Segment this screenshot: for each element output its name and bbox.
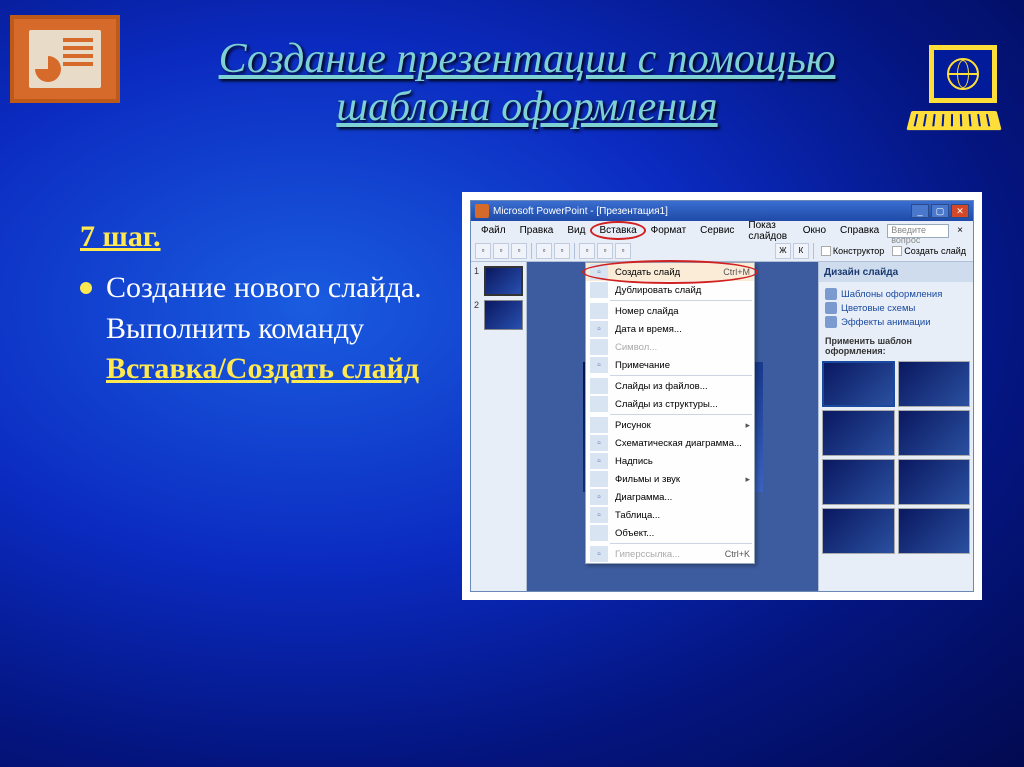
slide-thumbnails-pane: 1 2 (471, 262, 527, 591)
menuitem-comment[interactable]: Примечание (586, 356, 754, 374)
powerpoint-logo-icon (10, 15, 120, 103)
tb-print-icon[interactable]: ▫ (536, 243, 552, 259)
taskpane-header: Дизайн слайда (819, 262, 973, 282)
menuitem-picture[interactable]: Рисунок (586, 416, 754, 434)
thumb-number-1: 1 (474, 266, 482, 296)
link-design-templates[interactable]: Шаблоны оформления (825, 288, 967, 300)
menuitem-symbol: Символ... (586, 338, 754, 356)
computer-clipart-icon (909, 45, 1004, 145)
body-text: Создание нового слайда. Выполнить команд… (106, 268, 480, 390)
menu-file[interactable]: Файл (475, 223, 512, 238)
bullet-icon (80, 282, 92, 294)
template-thumbnail[interactable] (898, 361, 971, 407)
template-grid (819, 358, 973, 591)
menu-tools[interactable]: Сервис (694, 223, 740, 238)
tb-bold-icon[interactable]: Ж (775, 243, 791, 259)
tb-save-icon[interactable]: ▫ (511, 243, 527, 259)
window-title: Microsoft PowerPoint - [Презентация1] (493, 206, 907, 217)
slide-title: Создание презентации с помощью шаблона о… (140, 35, 914, 132)
tb-newslide-button[interactable]: Создать слайд (889, 246, 969, 256)
template-thumbnail[interactable] (822, 459, 895, 505)
help-search-input[interactable]: Введите вопрос (887, 224, 949, 238)
menuitem-chart[interactable]: Диаграмма... (586, 488, 754, 506)
menuitem-object[interactable]: Объект... (586, 524, 754, 542)
template-thumbnail[interactable] (822, 410, 895, 456)
tb-open-icon[interactable]: ▫ (493, 243, 509, 259)
close-button[interactable]: ✕ (951, 204, 969, 218)
slide-thumbnail-2[interactable] (484, 300, 523, 330)
tb-preview-icon[interactable]: ▫ (554, 243, 570, 259)
menu-slideshow[interactable]: Показ слайдов (742, 218, 794, 244)
menuitem-textbox[interactable]: Надпись (586, 452, 754, 470)
menuitem-movies-sound[interactable]: Фильмы и звук (586, 470, 754, 488)
tb-italic-icon[interactable]: К (793, 243, 809, 259)
template-thumbnail[interactable] (898, 410, 971, 456)
menu-help[interactable]: Справка (834, 223, 885, 238)
template-thumbnail[interactable] (822, 508, 895, 554)
body-command: Вставка/Создать слайд (106, 352, 419, 385)
minimize-button[interactable]: _ (911, 204, 929, 218)
app-icon (475, 204, 489, 218)
menu-insert[interactable]: Вставка (593, 223, 642, 238)
insert-menu-dropdown: Создать слайдCtrl+M Дублировать слайд Но… (585, 262, 755, 564)
link-animation-schemes[interactable]: Эффекты анимации (825, 316, 967, 328)
menu-view[interactable]: Вид (561, 223, 591, 238)
link-color-schemes[interactable]: Цветовые схемы (825, 302, 967, 314)
powerpoint-window: Microsoft PowerPoint - [Презентация1] _ … (470, 200, 974, 592)
menuitem-new-slide[interactable]: Создать слайдCtrl+M (586, 263, 754, 281)
workspace: 1 2 Заголовок слайда Подзаголовок слайда… (471, 262, 973, 591)
menuitem-slides-from-outline[interactable]: Слайды из структуры... (586, 395, 754, 413)
taskpane-section-label: Применить шаблон оформления: (819, 334, 973, 358)
menu-edit[interactable]: Правка (514, 223, 560, 238)
body-plain: Создание нового слайда. Выполнить команд… (106, 271, 422, 345)
tb-constructor-button[interactable]: Конструктор (818, 246, 887, 256)
tb-cut-icon[interactable]: ▫ (579, 243, 595, 259)
template-thumbnail[interactable] (898, 459, 971, 505)
menuitem-table[interactable]: Таблица... (586, 506, 754, 524)
titlebar: Microsoft PowerPoint - [Презентация1] _ … (471, 201, 973, 221)
menuitem-slide-number[interactable]: Номер слайда (586, 302, 754, 320)
slide-body: 7 шаг. Создание нового слайда. Выполнить… (80, 220, 480, 390)
tb-copy-icon[interactable]: ▫ (597, 243, 613, 259)
menuitem-date-time[interactable]: Дата и время... (586, 320, 754, 338)
menuitem-hyperlink: Гиперссылка...Ctrl+K (586, 545, 754, 563)
slide-thumbnail-1[interactable] (484, 266, 523, 296)
slide-canvas: Заголовок слайда Подзаголовок слайда Соз… (527, 262, 818, 591)
menuitem-slides-from-file[interactable]: Слайды из файлов... (586, 377, 754, 395)
menu-window[interactable]: Окно (797, 223, 832, 238)
menu-format[interactable]: Формат (645, 223, 693, 238)
step-label: 7 шаг. (80, 220, 480, 254)
embedded-screenshot: Microsoft PowerPoint - [Презентация1] _ … (462, 192, 982, 600)
task-pane: Дизайн слайда Шаблоны оформления Цветовы… (818, 262, 973, 591)
menubar: Файл Правка Вид Вставка Формат Сервис По… (471, 221, 973, 240)
menubar-close-icon[interactable]: × (951, 223, 969, 238)
template-thumbnail[interactable] (822, 361, 895, 407)
menuitem-diagram[interactable]: Схематическая диаграмма... (586, 434, 754, 452)
thumb-number-2: 2 (474, 300, 482, 330)
maximize-button[interactable]: ▢ (931, 204, 949, 218)
tb-new-icon[interactable]: ▫ (475, 243, 491, 259)
template-thumbnail[interactable] (898, 508, 971, 554)
tb-paste-icon[interactable]: ▫ (615, 243, 631, 259)
